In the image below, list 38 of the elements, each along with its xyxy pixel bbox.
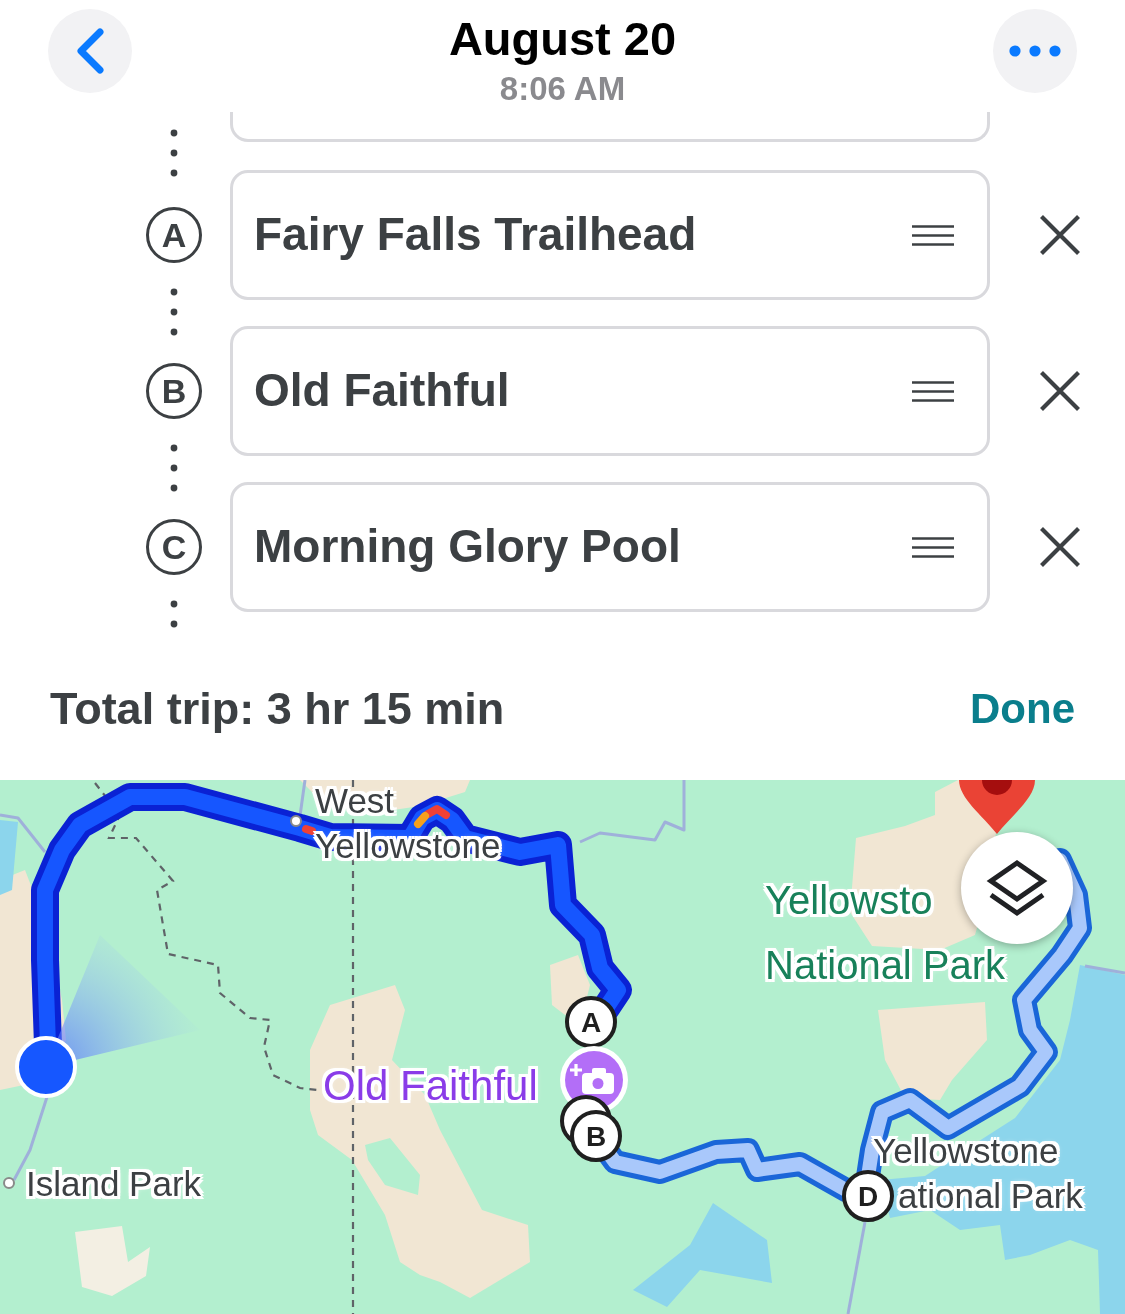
place-label: Yellowsto xyxy=(765,880,933,920)
layers-icon xyxy=(985,858,1049,918)
place-label: West xyxy=(315,783,395,818)
road-line xyxy=(0,813,47,853)
dotted-line-icon xyxy=(170,288,178,336)
place-dot-icon xyxy=(290,815,302,827)
place-label: National Park xyxy=(765,945,1006,985)
stop-field[interactable]: Morning Glory Pool xyxy=(230,482,990,612)
stop-letter: C xyxy=(146,519,202,575)
trip-total: Total trip: 3 hr 15 min xyxy=(50,682,505,736)
stop-letter: A xyxy=(146,207,202,263)
dotted-line-icon xyxy=(170,129,178,177)
close-icon xyxy=(1040,371,1080,411)
dotted-line-icon xyxy=(170,600,178,628)
drag-handle-icon[interactable] xyxy=(912,224,954,246)
drag-handle-icon[interactable] xyxy=(912,536,954,558)
stop-field[interactable]: Old Faithful xyxy=(230,326,990,456)
road-line xyxy=(1084,964,1125,975)
date-title: August 20 xyxy=(448,13,677,65)
done-button[interactable]: Done xyxy=(970,683,1075,735)
stop-field[interactable] xyxy=(230,112,990,142)
place-label: ational Park xyxy=(898,1178,1083,1213)
place-label: Old Faithful xyxy=(323,1065,538,1107)
drag-handle-icon[interactable] xyxy=(912,380,954,402)
land-area xyxy=(550,955,590,1015)
map-pin-icon xyxy=(959,780,1035,834)
dotted-line-icon xyxy=(170,444,178,492)
stop-field[interactable]: Fairy Falls Trailhead xyxy=(230,170,990,300)
road-line xyxy=(298,780,307,817)
close-icon xyxy=(1040,527,1080,567)
location-dot-icon xyxy=(15,1036,77,1098)
time-subtitle: 8:06 AM xyxy=(498,70,627,107)
close-icon xyxy=(1040,215,1080,255)
back-icon xyxy=(74,27,106,75)
place-dot-icon xyxy=(3,1177,15,1189)
more-icon xyxy=(1009,45,1061,57)
stop-letter: B xyxy=(146,363,202,419)
place-label: Island Park xyxy=(26,1166,202,1201)
